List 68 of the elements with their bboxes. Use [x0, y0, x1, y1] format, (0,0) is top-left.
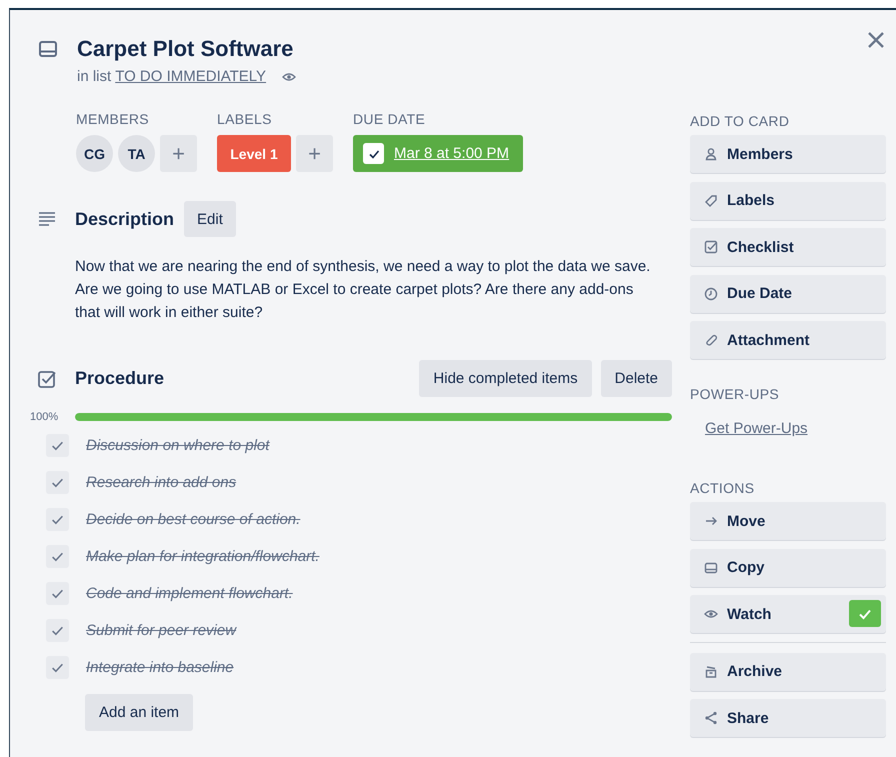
eye-icon	[282, 72, 296, 82]
progress-percent: 100%	[30, 411, 60, 423]
member-avatar[interactable]: CG	[76, 135, 113, 172]
sidebar-button[interactable]: Share	[690, 699, 886, 737]
tag-icon	[704, 194, 718, 208]
sidebar-button[interactable]: Checklist	[690, 228, 886, 266]
members-heading: MEMBERS	[76, 111, 150, 127]
person-icon	[704, 147, 718, 161]
check-icon	[51, 513, 64, 526]
power-ups-heading: POWER-UPS	[690, 386, 780, 402]
paperclip-icon	[704, 333, 718, 347]
add-item-button[interactable]: Add an item	[85, 694, 194, 731]
add-member-button[interactable]: +	[160, 135, 197, 172]
list-link[interactable]: TO DO IMMEDIATELY	[115, 68, 266, 85]
sidebar-button[interactable]: Archive	[690, 652, 886, 690]
checklist-item-text: Code and implement flowchart.	[86, 585, 293, 602]
archive-icon	[704, 664, 718, 678]
member-avatar[interactable]: TA	[118, 135, 155, 172]
item-checkbox[interactable]	[46, 619, 69, 642]
add-label-button[interactable]: +	[296, 135, 333, 172]
checklist-item-text: Integrate into baseline	[86, 659, 234, 676]
check-icon	[51, 439, 64, 452]
actions-heading: ACTIONS	[690, 480, 756, 496]
text-lines-icon	[37, 209, 57, 229]
sidebar-button[interactable]: Copy	[690, 548, 886, 586]
sidebar-button[interactable]: Labels	[690, 182, 886, 220]
checklist-title: Procedure	[75, 368, 164, 389]
power-ups-link[interactable]: Get Power-Ups	[705, 420, 808, 437]
item-checkbox[interactable]	[46, 471, 69, 494]
sidebar-button[interactable]: Due Date	[690, 274, 886, 312]
clock-icon	[704, 286, 718, 300]
checklist-item-text: Decide on best course of action.	[86, 511, 300, 528]
description-text: Now that we are nearing the end of synthesis, we need a way to plot the data we save. Are we going to use MATLAB or Excel to create carpet plots? Are there any add-ons that will work in either suite?	[75, 257, 652, 323]
delete-button[interactable]: Delete	[600, 360, 672, 397]
checklist-item-text: Make plan for integration/flowchart.	[86, 548, 320, 565]
due-date-heading: DUE DATE	[353, 111, 426, 127]
check-icon	[51, 661, 64, 674]
item-checkbox[interactable]	[46, 434, 69, 457]
due-checkbox[interactable]	[363, 143, 384, 164]
edit-button[interactable]: Edit	[184, 201, 236, 237]
share-icon	[704, 711, 718, 725]
card-icon	[704, 560, 718, 574]
check-icon	[51, 550, 64, 563]
check-icon	[368, 148, 380, 160]
add-to-card-heading: ADD TO CARD	[690, 113, 790, 129]
card-icon	[38, 39, 58, 59]
item-checkbox[interactable]	[46, 582, 69, 605]
check-icon	[51, 476, 64, 489]
card-title: Carpet Plot Software	[77, 35, 294, 63]
sidebar-button[interactable]: Watch	[690, 595, 886, 633]
close-icon[interactable]	[866, 30, 886, 50]
sidebar-button[interactable]: Move	[690, 502, 886, 540]
item-checkbox[interactable]	[46, 545, 69, 568]
check-icon	[51, 624, 64, 637]
checklist-item-text: Research into add ons	[86, 474, 236, 491]
hide-completed-button[interactable]: Hide completed items	[419, 360, 592, 397]
sidebar-button[interactable]: Members	[690, 135, 886, 173]
labels-heading: LABELS	[217, 111, 273, 127]
description-heading: Description	[75, 208, 174, 230]
list-prefix: in list	[77, 68, 112, 85]
checklist-item-text: Submit for peer review	[86, 622, 236, 639]
item-checkbox[interactable]	[46, 656, 69, 679]
check-icon	[51, 587, 64, 600]
checkbox-icon	[704, 240, 718, 254]
sidebar-button[interactable]: Attachment	[690, 321, 886, 359]
checklist-item-text: Discussion on where to plot	[86, 437, 270, 454]
checkbox-icon	[37, 368, 57, 388]
item-checkbox[interactable]	[46, 508, 69, 531]
